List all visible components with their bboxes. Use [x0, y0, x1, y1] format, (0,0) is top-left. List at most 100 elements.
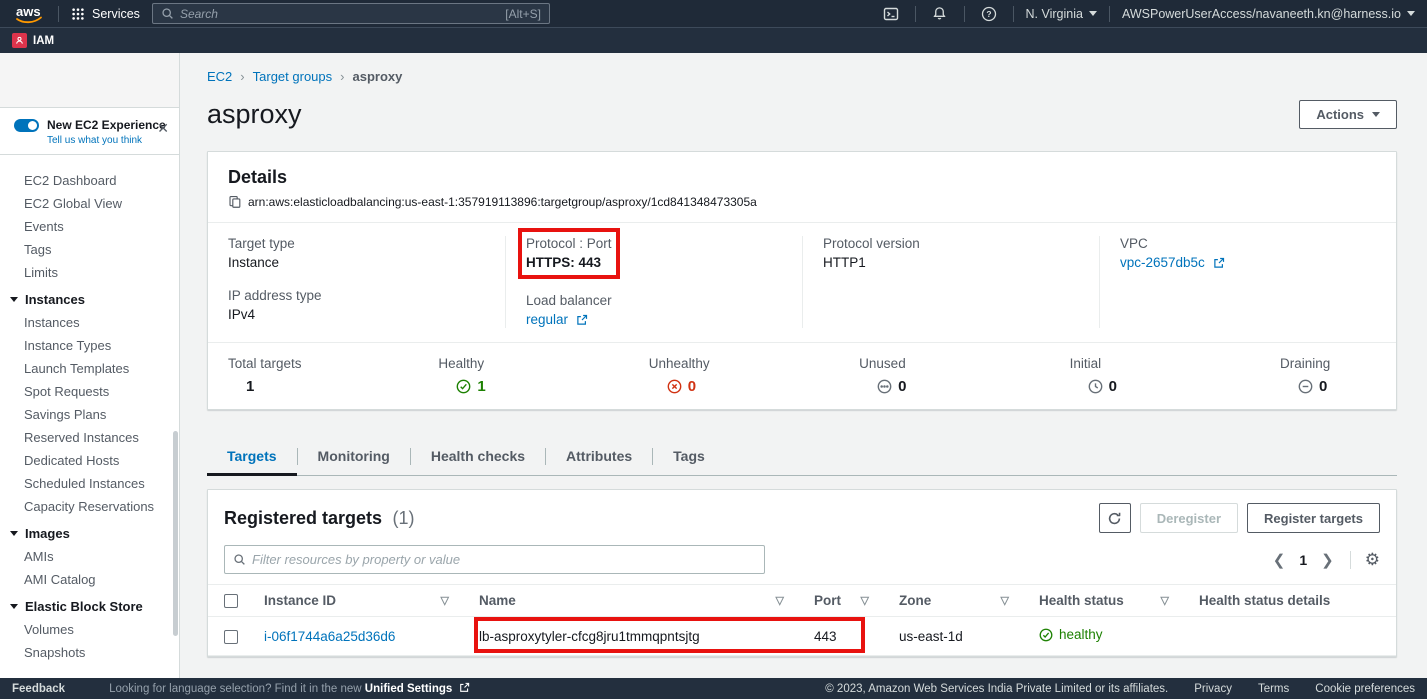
sidebar-item-ami-catalog[interactable]: AMI Catalog: [0, 568, 179, 591]
vpc-link[interactable]: vpc-2657db5c: [1120, 255, 1225, 271]
protocol-version-value: HTTP1: [823, 255, 1079, 271]
table-row: i-06f1744a6a25d36d6 lb-asproxytyler-cfcg…: [208, 617, 1396, 656]
sidebar-section-instances[interactable]: Instances: [0, 284, 179, 311]
next-page-icon[interactable]: ❯: [1319, 551, 1336, 569]
new-experience-toggle[interactable]: [14, 119, 39, 132]
sidebar-item-savings-plans[interactable]: Savings Plans: [0, 403, 179, 426]
sidebar-section-images[interactable]: Images: [0, 518, 179, 545]
table-settings-gear-icon[interactable]: ⚙: [1365, 552, 1380, 568]
sidebar-item-capacity-reservations[interactable]: Capacity Reservations: [0, 495, 179, 518]
sidebar: New EC2 Experience Tell us what you thin…: [0, 53, 180, 678]
copyright-text: © 2023, Amazon Web Services India Privat…: [825, 683, 1168, 695]
sidebar-item-instances[interactable]: Instances: [0, 311, 179, 334]
sort-icon[interactable]: ▽: [861, 594, 875, 607]
chevron-down-icon: [10, 297, 18, 302]
cloudshell-icon[interactable]: [879, 4, 903, 24]
tab-health-checks[interactable]: Health checks: [411, 439, 545, 475]
unhealthy-label: Unhealthy: [649, 356, 729, 371]
favorites-bar: IAM: [0, 27, 1427, 53]
new-experience-feedback-link[interactable]: Tell us what you think: [47, 135, 166, 146]
detail-tabs: Targets Monitoring Health checks Attribu…: [207, 439, 1397, 476]
breadcrumb-target-groups[interactable]: Target groups: [253, 69, 333, 84]
protocol-version-label: Protocol version: [823, 236, 1079, 252]
region-selector[interactable]: N. Virginia: [1026, 7, 1097, 21]
sidebar-scrollbar[interactable]: [173, 431, 178, 636]
notifications-bell-icon[interactable]: [928, 4, 952, 24]
health-status-cell: healthy: [1039, 627, 1103, 642]
sort-icon[interactable]: ▽: [441, 594, 455, 607]
account-menu[interactable]: AWSPowerUserAccess/navaneeth.kn@harness.…: [1122, 7, 1415, 21]
sidebar-item-spot-requests[interactable]: Spot Requests: [0, 380, 179, 403]
tab-targets[interactable]: Targets: [207, 439, 297, 475]
filter-input[interactable]: [252, 552, 756, 567]
favorite-iam-link[interactable]: IAM: [12, 33, 54, 48]
copy-icon[interactable]: [228, 195, 242, 209]
target-group-arn: arn:aws:elasticloadbalancing:us-east-1:3…: [248, 195, 757, 209]
deregister-button[interactable]: Deregister: [1140, 503, 1238, 533]
tab-attributes[interactable]: Attributes: [546, 439, 652, 475]
select-all-checkbox[interactable]: [224, 594, 238, 608]
sidebar-item-amis[interactable]: AMIs: [0, 545, 179, 568]
refresh-button[interactable]: [1099, 503, 1131, 533]
registered-targets-count: (1): [393, 508, 415, 528]
sort-icon[interactable]: ▽: [1001, 594, 1015, 607]
current-page[interactable]: 1: [1297, 552, 1309, 568]
clock-circle-icon: [1088, 379, 1103, 394]
ellipsis-circle-icon: [877, 379, 892, 394]
sort-icon[interactable]: ▽: [776, 594, 790, 607]
svg-text:?: ?: [986, 9, 991, 19]
svg-text:aws: aws: [16, 4, 41, 19]
register-targets-button[interactable]: Register targets: [1247, 503, 1380, 533]
previous-page-icon[interactable]: ❮: [1271, 551, 1288, 569]
sidebar-item-tags[interactable]: Tags: [0, 238, 179, 261]
sidebar-item-launch-templates[interactable]: Launch Templates: [0, 357, 179, 380]
col-instance-id: Instance ID: [264, 593, 336, 608]
sidebar-item-scheduled-instances[interactable]: Scheduled Instances: [0, 472, 179, 495]
details-card: Details arn:aws:elasticloadbalancing:us-…: [207, 151, 1397, 410]
load-balancer-link[interactable]: regular: [526, 312, 588, 328]
sidebar-item-ec2-dashboard[interactable]: EC2 Dashboard: [0, 169, 179, 192]
sort-icon[interactable]: ▽: [1161, 594, 1175, 607]
protocol-port-value: HTTPS: 443: [526, 255, 612, 271]
sidebar-item-limits[interactable]: Limits: [0, 261, 179, 284]
tab-monitoring[interactable]: Monitoring: [298, 439, 410, 475]
unused-value: 0: [898, 378, 906, 395]
sidebar-item-volumes[interactable]: Volumes: [0, 618, 179, 641]
unhealthy-value: 0: [688, 378, 696, 395]
sidebar-item-ec2-global-view[interactable]: EC2 Global View: [0, 192, 179, 215]
feedback-link[interactable]: Feedback: [12, 683, 65, 695]
col-health-status-details: Health status details: [1199, 593, 1330, 608]
close-icon[interactable]: ✕: [157, 122, 169, 134]
sidebar-section-elastic-block-store[interactable]: Elastic Block Store: [0, 591, 179, 618]
aws-logo[interactable]: aws: [12, 3, 46, 25]
search-input[interactable]: [180, 7, 505, 21]
instance-id-link[interactable]: i-06f1744a6a25d36d6: [264, 629, 395, 644]
minus-circle-icon: [1298, 379, 1313, 394]
sidebar-item-dedicated-hosts[interactable]: Dedicated Hosts: [0, 449, 179, 472]
terms-link[interactable]: Terms: [1258, 683, 1289, 695]
sidebar-item-events[interactable]: Events: [0, 215, 179, 238]
ip-address-type-value: IPv4: [228, 307, 485, 323]
target-port-cell: 443: [798, 617, 883, 656]
actions-button[interactable]: Actions: [1299, 100, 1397, 129]
breadcrumb-ec2[interactable]: EC2: [207, 69, 232, 84]
aws-console: aws Services [Alt+S]: [0, 0, 1427, 699]
target-name-cell: lb-asproxytyler-cfcg8jru1tmmqpntsjtg: [463, 617, 798, 656]
external-link-icon: [459, 682, 470, 693]
new-experience-title: New EC2 Experience: [47, 118, 166, 132]
help-icon[interactable]: ?: [977, 4, 1001, 24]
unused-label: Unused: [859, 356, 939, 371]
breadcrumb-separator-icon: ›: [340, 69, 344, 84]
cookie-preferences-link[interactable]: Cookie preferences: [1315, 683, 1415, 695]
sidebar-item-snapshots[interactable]: Snapshots: [0, 641, 179, 664]
unified-settings-link[interactable]: Unified Settings: [365, 683, 453, 695]
sidebar-item-reserved-instances[interactable]: Reserved Instances: [0, 426, 179, 449]
services-menu-button[interactable]: Services: [71, 7, 140, 21]
sidebar-item-instance-types[interactable]: Instance Types: [0, 334, 179, 357]
target-type-label: Target type: [228, 236, 485, 252]
row-checkbox[interactable]: [224, 630, 238, 644]
global-search[interactable]: [Alt+S]: [152, 3, 550, 24]
tab-tags[interactable]: Tags: [653, 439, 725, 475]
privacy-link[interactable]: Privacy: [1194, 683, 1232, 695]
healthy-label: Healthy: [438, 356, 518, 371]
